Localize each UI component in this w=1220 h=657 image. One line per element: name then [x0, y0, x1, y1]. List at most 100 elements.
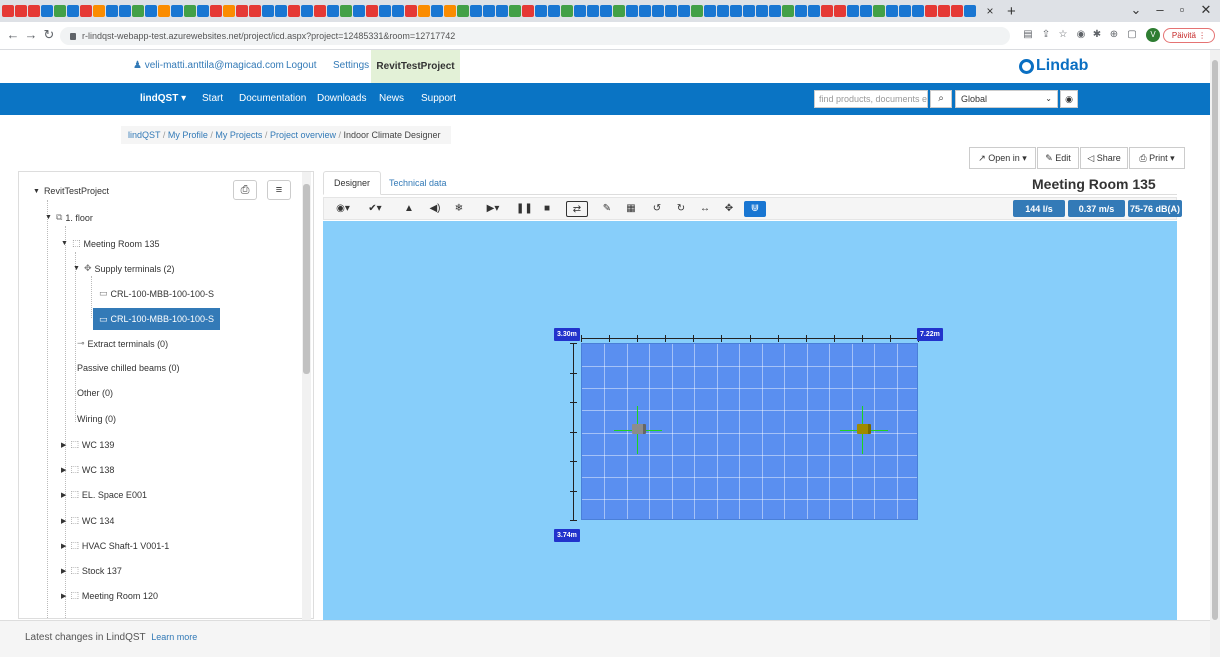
dimension-label-right[interactable]: 7.22m — [917, 328, 943, 341]
pinned-tab-icon[interactable] — [236, 5, 248, 17]
pinned-tab-icon[interactable] — [496, 5, 508, 17]
pinned-tab-icon[interactable] — [769, 5, 781, 17]
lindab-logo[interactable]: Lindab — [1019, 57, 1088, 75]
pinned-tab-icon[interactable] — [67, 5, 79, 17]
close-window-icon[interactable]: ✕ — [1198, 2, 1214, 18]
pinned-tab-icon[interactable] — [613, 5, 625, 17]
pinned-tab-icon[interactable] — [548, 5, 560, 17]
nav-support[interactable]: Support — [421, 93, 456, 104]
pinned-tab-icon[interactable] — [626, 5, 638, 17]
download-icon[interactable]: ⊕ — [1108, 29, 1120, 41]
pinned-tab-icon[interactable] — [652, 5, 664, 17]
pinned-tab-icon[interactable] — [535, 5, 547, 17]
check-dropdown-icon[interactable]: ✔▾ — [364, 201, 386, 217]
air-terminal-left[interactable] — [632, 424, 646, 434]
lindqst-menu[interactable]: lindQST ▾ — [140, 93, 186, 104]
dimension-label-left[interactable]: 3.30m — [554, 328, 580, 341]
profile-avatar[interactable]: V — [1146, 28, 1160, 42]
pinned-tab-icon[interactable] — [587, 5, 599, 17]
pinned-tab-icon[interactable] — [184, 5, 196, 17]
pinned-tab-icon[interactable] — [704, 5, 716, 17]
breadcrumb-lindqst[interactable]: lindQST — [128, 130, 160, 140]
pinned-tab-icon[interactable] — [912, 5, 924, 17]
reload-icon[interactable]: ↻ — [42, 27, 56, 43]
pinned-tab-icon[interactable] — [353, 5, 365, 17]
pinned-tab-icon[interactable] — [288, 5, 300, 17]
tree-node-terminal-selected[interactable]: ▭ CRL-100-MBB-100-100-S — [93, 308, 221, 330]
measure-icon[interactable]: ↔ — [698, 201, 712, 217]
active-project-button[interactable]: RevitTestProject — [371, 50, 460, 83]
pinned-tab-icon[interactable] — [756, 5, 768, 17]
pinned-tab-icon[interactable] — [418, 5, 430, 17]
tree-scroll-thumb[interactable] — [303, 184, 310, 374]
tree-menu-button[interactable]: ≡ — [267, 180, 291, 200]
address-bar[interactable]: r-lindqst-webapp-test.azurewebsites.net/… — [60, 27, 1010, 45]
pinned-tab-icon[interactable] — [41, 5, 53, 17]
pinned-tab-icon[interactable] — [210, 5, 222, 17]
tree-node-wiring[interactable]: Wiring (0) — [77, 414, 116, 424]
print-button[interactable]: ⎙ Print ▾ — [1129, 147, 1185, 169]
minimize-icon[interactable]: – — [1152, 2, 1168, 17]
grid-icon[interactable]: ▦ — [624, 201, 638, 217]
pinned-tab-icon[interactable] — [717, 5, 729, 17]
pinned-tab-icon[interactable] — [262, 5, 274, 17]
tree-node-terminal[interactable]: ▭ CRL-100-MBB-100-100-S — [99, 288, 214, 299]
pinned-tab-icon[interactable] — [886, 5, 898, 17]
pinned-tab-icon[interactable] — [314, 5, 326, 17]
nav-documentation[interactable]: Documentation — [239, 93, 306, 104]
rotate-right-icon[interactable]: ↻ — [674, 201, 688, 217]
pause-icon[interactable]: ❚❚ — [516, 201, 533, 217]
pinned-tab-icon[interactable] — [873, 5, 885, 17]
breadcrumb-my-projects[interactable]: My Projects — [215, 130, 262, 140]
tree-node-supply-terminals[interactable]: ▼ ✥ Supply terminals (2) — [73, 263, 175, 274]
pinned-tab-icon[interactable] — [327, 5, 339, 17]
dimension-label-bottom[interactable]: 3.74m — [554, 529, 580, 542]
tree-node-room-wc138[interactable]: ▶ ⬚ WC 138 — [61, 464, 114, 475]
swap-direction-icon[interactable]: ⇄ — [566, 201, 588, 217]
sound-icon[interactable]: ◀) — [428, 201, 442, 217]
pinned-tab-icon[interactable] — [379, 5, 391, 17]
pinned-tab-icon[interactable] — [366, 5, 378, 17]
pinned-tab-icon[interactable] — [639, 5, 651, 17]
share-button[interactable]: ◁ Share — [1080, 147, 1128, 169]
pinned-tab-icon[interactable] — [106, 5, 118, 17]
pinned-tab-icon[interactable] — [54, 5, 66, 17]
globe-icon[interactable]: ◉ — [1060, 90, 1078, 108]
pinned-tab-icon[interactable] — [392, 5, 404, 17]
close-tab-icon[interactable]: × — [983, 4, 997, 18]
pencil-icon[interactable]: ✎ — [600, 201, 614, 217]
pinned-tab-icon[interactable] — [808, 5, 820, 17]
tree-node-floor[interactable]: ▼ ⧉ 1. floor — [45, 212, 93, 223]
pinned-tab-icon[interactable] — [223, 5, 235, 17]
pinned-tab-icon[interactable] — [80, 5, 92, 17]
pinned-tab-icon[interactable] — [28, 5, 40, 17]
pinned-tab-icon[interactable] — [470, 5, 482, 17]
pinned-tab-icon[interactable] — [457, 5, 469, 17]
tree-node-project[interactable]: ▼ RevitTestProject — [33, 186, 109, 196]
pinned-tab-icon[interactable] — [964, 5, 976, 17]
pinned-tab-icon[interactable] — [834, 5, 846, 17]
tree-node-extract-terminals[interactable]: ⊸ Extract terminals (0) — [77, 338, 168, 349]
pinned-tab-icon[interactable] — [600, 5, 612, 17]
snowflake-icon[interactable]: ❄ — [452, 201, 466, 217]
tree-node-room-hvac-shaft[interactable]: ▶ ⬚ HVAC Shaft-1 V001-1 — [61, 540, 169, 551]
pinned-tab-icon[interactable] — [340, 5, 352, 17]
tree-scrollbar[interactable] — [302, 172, 311, 620]
page-scroll-thumb[interactable] — [1212, 60, 1218, 620]
nav-downloads[interactable]: Downloads — [317, 93, 366, 104]
new-tab-icon[interactable]: + — [1007, 3, 1016, 20]
pinned-tab-icon[interactable] — [561, 5, 573, 17]
region-select[interactable]: Global ⌄ — [955, 90, 1058, 108]
site-search-input[interactable]: find products, documents et — [814, 90, 928, 108]
side-panel-icon[interactable]: ▢ — [1126, 29, 1138, 41]
pinned-tab-icon[interactable] — [522, 5, 534, 17]
puzzle-icon[interactable]: ✱ — [1091, 29, 1103, 41]
maximize-icon[interactable]: ▫ — [1174, 2, 1190, 17]
logout-link[interactable]: Logout — [286, 60, 317, 71]
tree-node-other[interactable]: Other (0) — [77, 388, 113, 398]
pinned-tab-icon[interactable] — [795, 5, 807, 17]
pinned-tab-icon[interactable] — [665, 5, 677, 17]
view-eye-dropdown-icon[interactable]: ◉▾ — [332, 201, 354, 217]
tab-search-icon[interactable]: ⌄ — [1128, 2, 1144, 18]
pinned-tab-icon[interactable] — [275, 5, 287, 17]
